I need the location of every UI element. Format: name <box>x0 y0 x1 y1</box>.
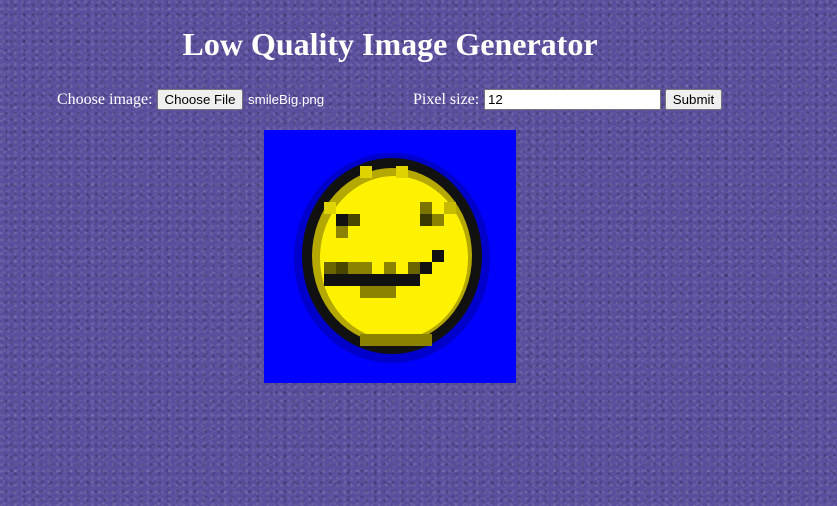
selected-file-name: smileBig.png <box>248 92 325 107</box>
page-title: Low Quality Image Generator <box>182 26 598 62</box>
pixel-size-input[interactable] <box>484 89 661 110</box>
pixelated-smiley-image <box>264 130 516 383</box>
submit-button[interactable]: Submit <box>665 89 722 110</box>
choose-image-label: Choose image: <box>57 91 153 108</box>
output-image <box>264 130 516 383</box>
choose-file-button[interactable]: Choose File <box>157 89 243 110</box>
pixel-size-label: Pixel size: <box>413 91 480 108</box>
upload-form: Choose image: Choose File smileBig.png P… <box>57 89 837 111</box>
